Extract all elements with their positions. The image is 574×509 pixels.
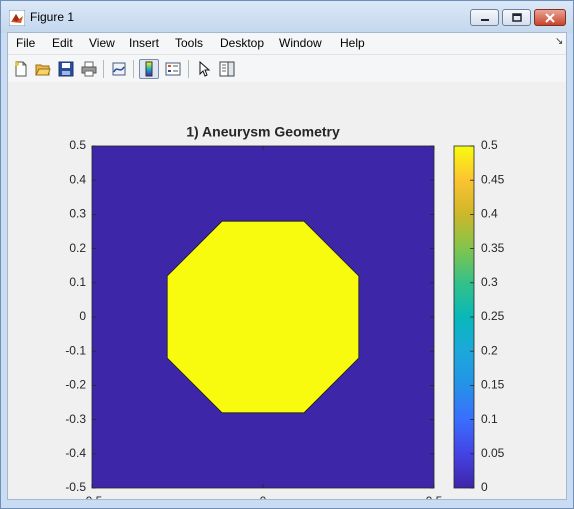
close-icon <box>545 12 555 23</box>
save-button[interactable] <box>56 59 76 79</box>
y-tick-label: 0.4 <box>69 172 86 186</box>
colorbar-tick-label: 0.5 <box>481 138 498 152</box>
chart-title: 1) Aneurysm Geometry <box>186 124 340 140</box>
legend-toggle-button[interactable] <box>163 59 183 79</box>
colorbar-toggle-icon <box>145 61 153 77</box>
menu-file[interactable]: File <box>16 36 35 50</box>
colorbar-tick-label: 0 <box>481 480 488 494</box>
y-tick-label: -0.1 <box>65 343 86 357</box>
window-bottom-border <box>1 501 573 508</box>
colorbar-tick-label: 0.25 <box>481 309 505 323</box>
maximize-icon <box>511 13 522 22</box>
y-tick-label: -0.2 <box>65 378 86 392</box>
menu-window[interactable]: Window <box>279 36 322 50</box>
colorbar-tick-label: 0.15 <box>481 378 505 392</box>
menu-desktop[interactable]: Desktop <box>220 36 264 50</box>
menu-help[interactable]: Help <box>340 36 365 50</box>
colorbar-tick-label: 0.3 <box>481 275 498 289</box>
y-tick-label: 0.1 <box>69 275 86 289</box>
plot-svg[interactable]: 1) Aneurysm Geometry 0.5 0.4 0.3 0.2 0.1 0 -0.1… <box>8 82 566 508</box>
toolbar-separator <box>188 60 189 78</box>
y-tick-label: -0.4 <box>65 446 86 460</box>
property-editor-icon <box>219 61 235 77</box>
menu-bar: File Edit View Insert Tools Desktop Wind… <box>8 33 566 54</box>
print-icon <box>81 61 97 77</box>
minimize-icon <box>480 18 489 21</box>
toolbar-separator <box>133 60 134 78</box>
matlab-logo-icon <box>9 10 25 26</box>
colorbar-toggle-button[interactable] <box>139 59 159 79</box>
save-icon <box>58 61 74 77</box>
figure-client-area: File Edit View Insert Tools Desktop Wind… <box>7 32 567 508</box>
window-title: Figure 1 <box>30 10 75 24</box>
open-file-icon <box>35 64 51 76</box>
dock-arrow-icon[interactable]: ↘ <box>555 36 563 47</box>
y-tick-label: -0.3 <box>65 412 86 426</box>
open-file-button[interactable] <box>33 59 53 79</box>
link-plot-icon <box>112 62 126 76</box>
x-tick-label: 0 <box>260 494 267 499</box>
maximize-button[interactable] <box>502 9 531 26</box>
y-tick-label: 0.3 <box>69 207 86 221</box>
colorbar-tick-label: 0.05 <box>481 446 505 460</box>
print-button[interactable] <box>79 59 99 79</box>
aneurysm-octagon[interactable] <box>166 220 360 414</box>
y-tick-label: 0.5 <box>69 138 86 152</box>
menu-tools[interactable]: Tools <box>175 36 203 50</box>
pointer-button[interactable] <box>194 59 214 79</box>
menu-edit[interactable]: Edit <box>52 36 73 50</box>
y-tick-label: 0 <box>79 309 86 323</box>
pointer-icon <box>199 61 211 77</box>
colorbar-tick-label: 0.35 <box>481 241 505 255</box>
figure-canvas: 1) Aneurysm Geometry 0.5 0.4 0.3 0.2 0.1 0 -0.1… <box>8 82 566 508</box>
legend-toggle-icon <box>165 62 181 76</box>
menu-view[interactable]: View <box>89 36 115 50</box>
y-tick-label: 0.2 <box>69 241 86 255</box>
colorbar-tick-label: 0.4 <box>481 207 498 221</box>
property-editor-button[interactable] <box>217 59 237 79</box>
menu-insert[interactable]: Insert <box>129 36 159 50</box>
colorbar-tick-label: 0.1 <box>481 412 498 426</box>
new-figure-button[interactable] <box>11 59 31 79</box>
link-plot-button[interactable] <box>109 59 129 79</box>
y-tick-label: -0.5 <box>65 480 86 494</box>
x-tick-label: 0.5 <box>426 494 443 499</box>
x-tick-label: -0.5 <box>82 494 103 499</box>
close-button[interactable] <box>534 9 566 26</box>
minimize-button[interactable] <box>470 9 499 26</box>
new-figure-icon <box>15 61 27 77</box>
colorbar-tick-label: 0.45 <box>481 172 505 186</box>
figure-toolbar <box>8 54 566 83</box>
title-bar[interactable]: Figure 1 <box>1 1 573 33</box>
toolbar-separator <box>103 60 104 78</box>
colorbar-tick-label: 0.2 <box>481 343 498 357</box>
figure-window: Figure 1 File Edit View Insert Tools Des… <box>0 0 574 509</box>
